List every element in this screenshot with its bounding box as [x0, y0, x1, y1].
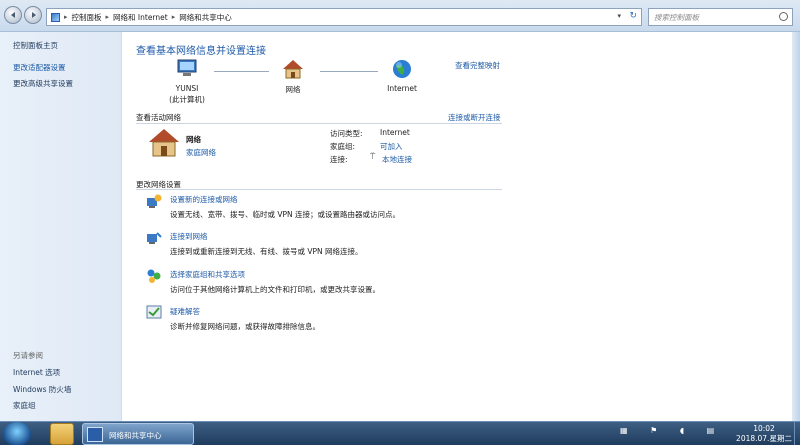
task-troubleshoot-desc: 诊断并修复网络问题，或获得故障排除信息。 — [170, 322, 320, 331]
troubleshoot-icon — [146, 305, 162, 319]
task-new-connection-link[interactable]: 设置新的连接或网络 — [170, 194, 238, 205]
search-input[interactable]: 搜索控制面板 — [648, 8, 793, 26]
divider — [136, 189, 502, 190]
access-type-label: 访问类型: — [330, 129, 363, 138]
sidebar-item-sharing[interactable]: 更改高级共享设置 — [13, 78, 73, 89]
search-icon — [779, 12, 788, 21]
chevron-right-icon: ▸ — [171, 13, 176, 21]
sidebar-item-adapter[interactable]: 更改适配器设置 — [13, 62, 66, 73]
tray-network-icon[interactable]: ▦ — [620, 426, 628, 435]
chevron-down-icon[interactable]: ▾ — [617, 12, 621, 20]
connections-label: 连接: — [330, 155, 348, 164]
task-homegroup-desc: 访问位于其他网络计算机上的文件和打印机，或更改共享设置。 — [170, 285, 380, 294]
clock-time: 10:02 — [753, 424, 775, 433]
globe-icon — [393, 60, 411, 78]
clock-date: 2018.07.星期二 — [736, 434, 792, 443]
show-desktop-button[interactable] — [794, 422, 800, 445]
system-tray[interactable]: ▦ ⚑ ◖ ▤ — [620, 426, 714, 435]
see-also-title: 另请参阅 — [13, 351, 43, 360]
start-button[interactable] — [3, 422, 31, 445]
refresh-icon[interactable]: ↻ — [629, 11, 637, 21]
chevron-right-icon: ▸ — [64, 13, 68, 21]
network-house-icon — [283, 60, 303, 79]
connect-disconnect-link[interactable]: 连接或断开连接 — [448, 112, 501, 123]
task-homegroup-link[interactable]: 选择家庭组和共享选项 — [170, 269, 245, 280]
breadcrumb-control-panel[interactable]: 控制面板 — [72, 12, 102, 23]
task-new-connection-desc: 设置无线、宽带、拨号、临时或 VPN 连接；或设置路由器或访问点。 — [170, 210, 401, 219]
main-content: 查看基本网络信息并设置连接 查看完整映射 YUNSI (此计算机) 网络 Int… — [122, 32, 800, 421]
active-network-header: 查看活动网络 — [136, 113, 181, 122]
page-title: 查看基本网络信息并设置连接 — [136, 46, 266, 57]
task-troubleshoot-link[interactable]: 疑难解答 — [170, 306, 200, 317]
chevron-right-icon: ▸ — [105, 13, 110, 21]
sidebar-item-home[interactable]: 控制面板主页 — [13, 40, 58, 51]
computer-icon — [177, 59, 197, 76]
network-type-link[interactable]: 家庭网络 — [186, 147, 216, 158]
homegroup-join-link[interactable]: 可加入 — [380, 141, 403, 152]
breadcrumb[interactable]: ▸ 控制面板 ▸ 网络和 Internet ▸ 网络和共享中心 ▾ ↻ — [46, 8, 642, 26]
access-type-value: Internet — [380, 128, 410, 137]
taskbar-active-window[interactable]: 网络和共享中心 — [82, 423, 194, 445]
task-connect-network-desc: 连接到或重新连接到无线、有线、拨号或 VPN 网络连接。 — [170, 247, 363, 256]
address-bar: ▸ 控制面板 ▸ 网络和 Internet ▸ 网络和共享中心 ▾ ↻ 搜索控制… — [0, 0, 800, 32]
sidebar-item-firewall[interactable]: Windows 防火墙 — [13, 384, 71, 395]
map-connector — [214, 71, 269, 72]
search-placeholder: 搜索控制面板 — [654, 13, 699, 22]
breadcrumb-network-center[interactable]: 网络和共享中心 — [179, 12, 232, 23]
sidebar-item-internet-options[interactable]: Internet 选项 — [13, 367, 60, 378]
full-map-link[interactable]: 查看完整映射 — [455, 60, 500, 71]
taskbar-window-label: 网络和共享中心 — [109, 431, 162, 440]
ethernet-icon: ⍡ — [370, 152, 376, 162]
breadcrumb-network-internet[interactable]: 网络和 Internet — [113, 12, 168, 23]
local-connection-link[interactable]: 本地连接 — [382, 154, 412, 165]
sidebar-item-homegroup[interactable]: 家庭组 — [13, 400, 36, 411]
connect-network-icon — [147, 232, 162, 244]
tray-volume-icon[interactable]: ◖ — [680, 426, 684, 435]
network-center-icon — [87, 427, 103, 442]
back-button[interactable] — [4, 6, 22, 24]
tray-flag-icon[interactable]: ⚑ — [650, 426, 657, 435]
forward-button[interactable] — [24, 6, 42, 24]
active-network-name: 网络 — [186, 135, 201, 144]
map-computer-sub: (此计算机) — [169, 95, 205, 104]
clock[interactable]: 10:02 2018.07.星期二 — [730, 424, 798, 444]
divider — [136, 123, 502, 124]
home-network-icon — [149, 129, 179, 157]
homegroup-label: 家庭组: — [330, 142, 356, 151]
window-edge — [792, 32, 800, 421]
homegroup-sharing-icon — [147, 269, 161, 283]
map-network-label: 网络 — [285, 85, 301, 94]
taskbar: 网络和共享中心 ▦ ⚑ ◖ ▤ 10:02 2018.07.星期二 — [0, 421, 800, 445]
control-panel-icon — [51, 12, 60, 22]
map-internet-label: Internet — [387, 84, 417, 93]
explorer-taskbar-icon[interactable] — [50, 423, 74, 445]
map-connector — [320, 71, 378, 72]
task-connect-network-link[interactable]: 连接到网络 — [170, 231, 208, 242]
tray-keyboard-icon[interactable]: ▤ — [707, 426, 715, 435]
sidebar: 控制面板主页 更改适配器设置 更改高级共享设置 另请参阅 Internet 选项… — [0, 32, 122, 421]
new-connection-icon — [147, 194, 162, 208]
map-computer-name: YUNSI — [175, 84, 199, 93]
